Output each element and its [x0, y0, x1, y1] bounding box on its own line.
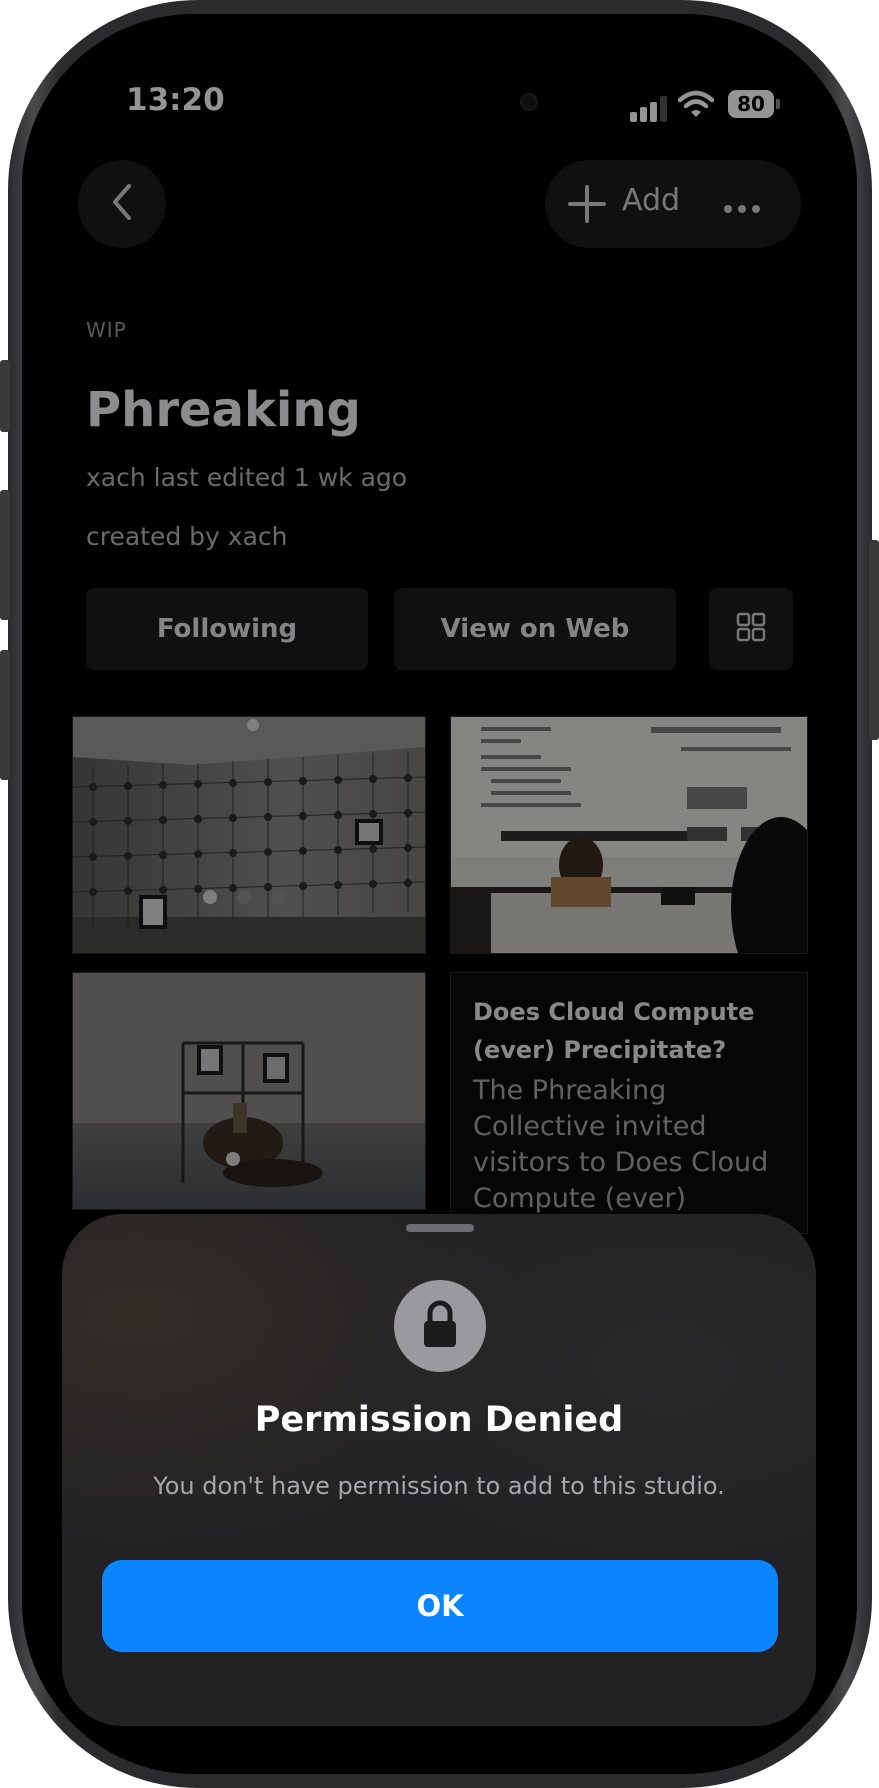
ok-button[interactable]: OK	[102, 1560, 778, 1652]
text-card-body: The Phreaking Collective invited visitor…	[473, 1075, 769, 1214]
power-button	[869, 540, 879, 740]
battery-tip	[776, 99, 780, 109]
last-edited-text: xach last edited 1 wk ago	[86, 463, 408, 492]
image-tile-sculpture[interactable]	[72, 972, 426, 1210]
grid-view-icon	[736, 612, 766, 646]
wifi-icon	[677, 90, 715, 124]
created-by-text: created by xach	[86, 522, 288, 551]
battery-indicator: 80	[728, 90, 774, 118]
studio-label: WIP	[86, 318, 127, 342]
ellipsis-icon[interactable]	[724, 198, 766, 217]
add-button[interactable]: Add	[622, 183, 680, 218]
volume-down-button	[0, 650, 10, 780]
cellular-signal-icon	[630, 96, 670, 122]
grid-view-button[interactable]	[709, 588, 793, 670]
phone-screen: 13:20 80 Add WIP Phreaking xach last edi…	[22, 14, 857, 1774]
status-time: 13:20	[126, 82, 225, 118]
back-button[interactable]	[78, 160, 166, 248]
dialog-title: Permission Denied	[254, 1400, 624, 1440]
action-button	[0, 360, 10, 432]
page-title: Phreaking	[86, 382, 361, 438]
front-camera	[520, 93, 538, 111]
view-on-web-button[interactable]: View on Web	[394, 588, 676, 670]
lock-icon	[420, 1299, 460, 1353]
chevron-left-icon	[107, 182, 137, 226]
dialog-message: You don't have permission to add to this…	[153, 1472, 725, 1500]
image-tile-presentation[interactable]	[450, 716, 808, 954]
following-button[interactable]: Following	[86, 588, 368, 670]
lock-icon-badge	[394, 1280, 486, 1372]
text-card-title: Does Cloud Compute (ever) Precipitate?	[473, 998, 755, 1064]
carousel-dots	[203, 889, 305, 908]
sheet-grabber[interactable]	[406, 1224, 474, 1232]
volume-up-button	[0, 490, 10, 620]
text-card[interactable]: Does Cloud Compute (ever) Precipitate? T…	[450, 972, 808, 1234]
permission-dialog: Permission Denied You don't have permiss…	[62, 1214, 816, 1726]
plus-icon[interactable]	[567, 184, 607, 228]
image-tile-gallery-wall[interactable]	[72, 716, 426, 954]
